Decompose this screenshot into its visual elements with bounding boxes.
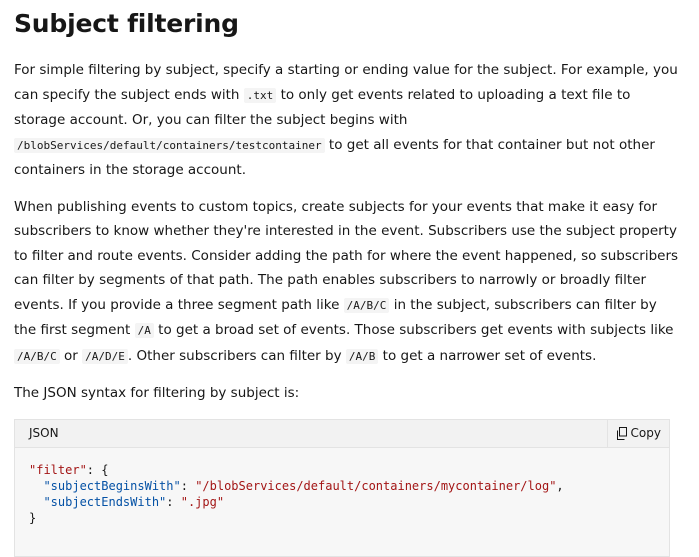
text: to get a narrower set of events. — [378, 347, 597, 364]
paragraph-json-syntax: The JSON syntax for filtering by subject… — [14, 385, 300, 401]
code-token: "subjectEndsWith" — [43, 494, 167, 509]
inline-code: /A/D/E — [82, 348, 128, 364]
code-token: : { — [86, 462, 109, 477]
text: . Other subscribers can filter by — [127, 347, 346, 364]
copy-button[interactable]: Copy — [606, 419, 669, 447]
paragraph-simple-filtering: For simple filtering by subject, specify… — [14, 58, 682, 183]
code-token: "/blobServices/default/containers/mycont… — [195, 478, 557, 493]
paragraph-custom-topics: When publishing events to custom topics,… — [14, 195, 682, 370]
copy-label: Copy — [630, 426, 661, 440]
code-header: JSON Copy — [15, 419, 669, 448]
text: to get a broad set of events. Those subs… — [153, 322, 674, 338]
inline-code: .txt — [243, 87, 277, 103]
inline-code: /blobServices/default/containers/testcon… — [14, 137, 325, 153]
code-token: } — [29, 510, 37, 525]
inline-code: /A/B/C — [343, 297, 390, 313]
code-block: JSON Copy "filter": { "subjectBeginsWith… — [14, 418, 670, 557]
section-heading: Subject filtering — [14, 9, 239, 38]
inline-code: /A — [134, 323, 154, 338]
code-language-label: JSON — [29, 426, 59, 440]
code-token: "filter" — [29, 462, 87, 477]
code-content: "filter": { "subjectBeginsWith": "/blobS… — [29, 462, 564, 525]
inline-code: /A/B — [345, 348, 379, 364]
inline-code: /A/B/C — [14, 348, 60, 364]
code-token: ".jpg" — [180, 494, 225, 509]
article: Subject filtering For simple filtering b… — [0, 0, 699, 557]
text: or — [59, 347, 83, 364]
text: When publishing events to custom topics,… — [14, 198, 679, 313]
code-token: "subjectBeginsWith" — [43, 478, 181, 493]
copy-icon — [616, 426, 628, 440]
